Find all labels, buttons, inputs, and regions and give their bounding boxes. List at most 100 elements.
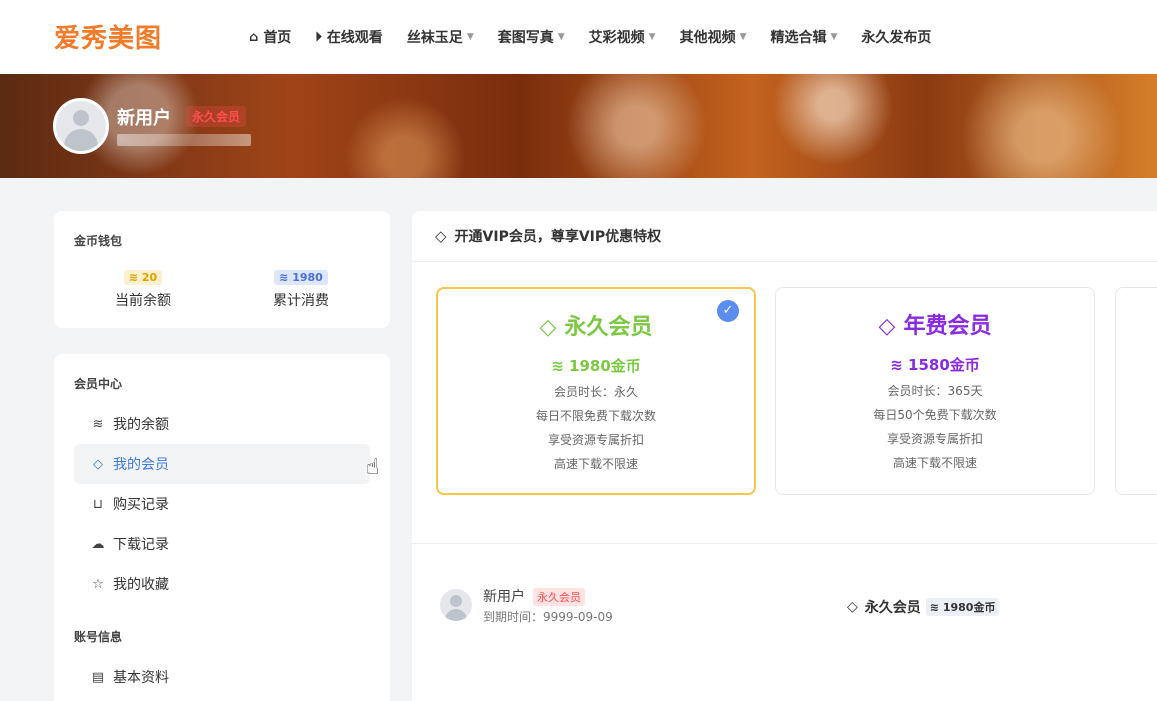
sidebar-item-downloads[interactable]: ☁ 下载记录	[74, 524, 370, 564]
chevron-down-icon: ▼	[466, 32, 474, 42]
coins-icon: ≋	[279, 271, 293, 284]
diamond-icon: ◇	[93, 456, 103, 472]
menu-label: 基本资料	[113, 670, 169, 686]
plan-feature: 享受资源专属折扣	[547, 433, 644, 447]
wallet-card: 金币钱包 ≋ 20 当前余额 ≋ 1980 累计消费	[54, 211, 390, 328]
plan-card-annual[interactable]: ◇ 年费会员 ≋ 1580金币 会员时长：365天 每日50个免费下载次数 享受资…	[775, 287, 1095, 495]
nav-label: 套图写真	[497, 30, 554, 46]
site-logo[interactable]: 爱秀美图	[54, 18, 162, 55]
menu-label: 我的收藏	[113, 577, 169, 593]
profile-banner	[0, 74, 1157, 178]
summary-plan-name: 永久会员	[864, 600, 921, 616]
diamond-icon: ◇	[878, 314, 896, 339]
plan-name: ◇ 永久会员	[438, 309, 754, 341]
avatar-head	[73, 110, 89, 126]
coins-icon: ≋	[929, 601, 943, 614]
nav-item-photo-sets[interactable]: 套图写真 ▼	[498, 27, 565, 47]
sidebar-item-balance[interactable]: ≋ 我的余额	[74, 404, 370, 444]
home-icon: ⌂	[249, 29, 259, 45]
top-navbar: 爱秀美图 ⌂ 首页 ⏵ 在线观看 丝袜玉足 ▼ 套图写真 ▼ 艾彩视频 ▼ 其他…	[0, 0, 1157, 74]
vip-heading: ◇ 开通VIP会员，尊享VIP优惠特权	[412, 211, 1157, 262]
plan-price-text: 1580金币	[908, 356, 980, 374]
id-card-icon: ▤	[91, 669, 105, 685]
chevron-down-icon: ▼	[648, 32, 656, 42]
star-icon: ☆	[92, 576, 104, 592]
price-chip: ≋ 1980金币	[925, 598, 1000, 616]
diamond-icon: ◇	[435, 227, 447, 245]
avatar-body	[64, 129, 98, 151]
chevron-down-icon: ▼	[830, 32, 838, 42]
spent-stat: ≋ 1980 累计消费	[251, 266, 351, 310]
diamond-icon: ◇	[847, 599, 858, 615]
balance-label: 当前余额	[115, 293, 171, 309]
play-circle-icon: ⏵	[315, 29, 322, 45]
sidebar-item-profile[interactable]: ▤ 基本资料	[74, 657, 370, 697]
plan-price: ≋ 1980金币	[438, 355, 754, 376]
chevron-down-icon: ▼	[557, 32, 565, 42]
vip-badge: 永久会员	[186, 106, 247, 127]
plan-card-permanent[interactable]: ✓ ◇ 永久会员 ≋ 1980金币 会员时长：永久 每日不限免费下载次数 享受资源…	[436, 287, 756, 495]
plan-feature: 高速下载不限速	[553, 457, 638, 471]
plan-price-text: 1980金币	[569, 357, 641, 375]
plan-name: ◇ 年费会员	[776, 308, 1094, 340]
main-panel: ◇ 开通VIP会员，尊享VIP优惠特权 ✓ ◇ 永久会员 ≋ 1980金币 会员时…	[412, 211, 1157, 701]
blurred-info	[117, 134, 251, 146]
plan-card-partial[interactable]	[1115, 287, 1157, 495]
banner-username: 新用户	[117, 108, 171, 129]
selected-plan-summary: ◇ 永久会员 ≋ 1980金币	[847, 597, 1000, 617]
heading-text: 开通VIP会员，尊享VIP优惠特权	[454, 229, 662, 245]
basket-icon: ⊔	[92, 496, 104, 512]
plan-name-text: 年费会员	[903, 314, 992, 339]
plan-price: ≋ 1580金币	[776, 354, 1094, 375]
nav-item-permanent-page[interactable]: 永久发布页	[861, 27, 931, 47]
cloud-download-icon: ☁	[91, 536, 105, 552]
nav-item-home[interactable]: ⌂ 首页	[249, 27, 291, 47]
nav-item-other-videos[interactable]: 其他视频 ▼	[680, 27, 747, 47]
diamond-icon: ◇	[539, 315, 557, 340]
nav-item-collections[interactable]: 精选合辑 ▼	[771, 27, 838, 47]
avatar	[440, 589, 472, 621]
menu-label: 我的余额	[113, 417, 169, 433]
nav-item-aicai-videos[interactable]: 艾彩视频 ▼	[589, 27, 656, 47]
plan-feature: 会员时长：365天	[887, 384, 983, 398]
divider	[412, 543, 1157, 544]
nav-label: 丝袜玉足	[406, 30, 463, 46]
nav-label: 艾彩视频	[588, 30, 645, 46]
account-info-title: 账号信息	[74, 630, 123, 644]
spent-label: 累计消费	[273, 293, 329, 309]
coins-icon: ≋	[92, 416, 104, 432]
balance-stat: ≋ 20 当前余额	[93, 266, 193, 310]
spent-chip: ≋ 1980	[274, 270, 328, 285]
nav-label: 在线观看	[326, 30, 383, 46]
spent-value: 1980	[292, 271, 323, 284]
nav-label: 永久发布页	[861, 30, 932, 46]
chevron-down-icon: ▼	[739, 32, 747, 42]
nav-item-online-watch[interactable]: ⏵ 在线观看	[315, 27, 383, 47]
plan-feature: 享受资源专属折扣	[886, 432, 983, 446]
check-icon: ✓	[717, 300, 739, 322]
summary-plan-price: 1980金币	[942, 601, 996, 614]
avatar-head	[450, 595, 462, 607]
balance-chip: ≋ 20	[123, 270, 163, 285]
hand-cursor-icon: ☝	[366, 455, 380, 480]
plan-name-text: 永久会员	[564, 315, 653, 340]
member-center-card: 会员中心 ≋ 我的余额 ◇ 我的会员 ⊔ 购买记录 ☁ 下载记录 ☆ 我的收藏 …	[54, 354, 390, 701]
plan-feature: 每日不限免费下载次数	[535, 409, 656, 423]
nav-item-stockings[interactable]: 丝袜玉足 ▼	[407, 27, 474, 47]
nav-label: 其他视频	[679, 30, 736, 46]
coins-icon: ≋	[890, 356, 909, 374]
plan-feature: 高速下载不限速	[892, 456, 977, 470]
member-center-title: 会员中心	[74, 377, 123, 391]
main-nav: ⌂ 首页 ⏵ 在线观看 丝袜玉足 ▼ 套图写真 ▼ 艾彩视频 ▼ 其他视频 ▼ …	[249, 0, 955, 74]
sidebar-item-purchases[interactable]: ⊔ 购买记录	[74, 484, 370, 524]
coins-icon: ≋	[551, 357, 570, 375]
sidebar-item-membership[interactable]: ◇ 我的会员	[74, 444, 370, 484]
avatar-body	[445, 609, 467, 621]
expiry-date: 到期时间：9999-09-09	[483, 610, 613, 624]
nav-label: 精选合辑	[770, 30, 827, 46]
summary-username: 新用户	[483, 589, 525, 605]
plan-feature: 每日50个免费下载次数	[873, 408, 997, 422]
coins-icon: ≋	[128, 271, 142, 284]
sidebar-item-favorites[interactable]: ☆ 我的收藏	[74, 564, 370, 604]
avatar[interactable]	[53, 98, 109, 154]
